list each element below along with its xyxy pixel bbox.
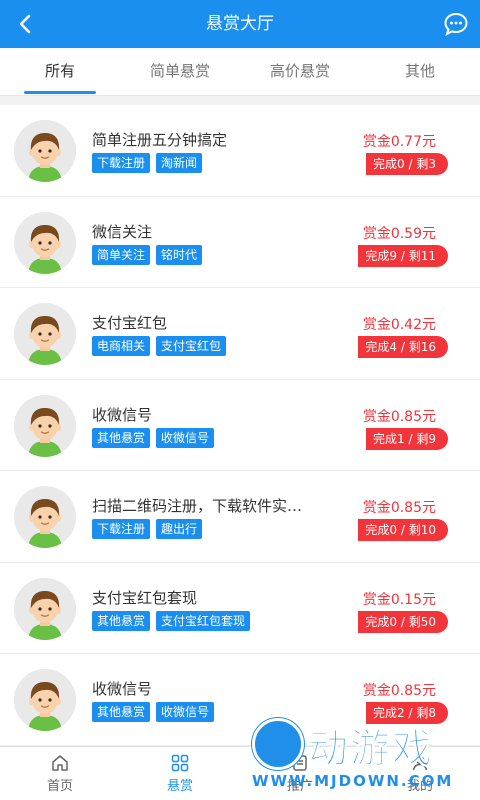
task-tag: 淘新闻 [156,153,203,173]
nav-promote[interactable]: 推广 [240,747,360,800]
task-tag: 其他悬赏 [92,610,151,631]
task-row[interactable]: 扫描二维码注册，下载软件实… 下载注册 趣出行 赏金0.85元完成0 / 剩10 [0,471,480,563]
nav-mine-label: 我的 [406,779,433,794]
reward-amount: 赏金0.85元 [362,683,436,699]
progress-badge: 完成9 / 剩11 [358,244,448,267]
task-row[interactable]: 收微信号 其他悬赏 收微信号 赏金0.85元 完成2 / 剩8 [0,654,480,746]
nav-home-label: 首页 [46,779,73,794]
nav-reward[interactable]: 悬赏 [120,747,240,800]
grid-icon [171,754,189,772]
task-tag: 收微信号 [156,702,215,722]
task-row[interactable]: 简单注册五分钟搞定 下载注册 淘新闻 赏金0.77元完成0 / 剩3 [0,105,480,197]
task-tag: 简单关注 [92,244,151,265]
task-title: 支付宝红包 [92,314,168,332]
task-tags: 其他悬赏 收微信号 [92,427,215,448]
task-tags: 下载注册 淘新闻 [92,153,203,173]
bottom-nav: 首页 悬赏 推广 我的 [0,746,480,800]
tab-all[interactable]: 所有 [0,48,120,95]
reward-amount: 赏金0.15元 [362,591,436,608]
task-tag: 趣出行 [156,519,203,539]
task-tag: 支付宝红包套现 [156,610,251,631]
avatar [14,486,76,548]
task-tag: 下载注册 [92,153,151,173]
task-tag: 其他悬赏 [92,702,151,722]
task-tags: 简单关注 铭时代 [92,244,203,265]
tab-bar: 所有 简单悬赏 高价悬赏 其他 [0,48,480,96]
task-title: 扫描二维码注册，下载软件实… [92,497,303,515]
task-row[interactable]: 微信关注简单关注 铭时代 赏金0.59元完成9 / 剩11 [0,196,480,288]
task-row[interactable]: 支付宝红包套现 其他悬赏 支付宝红包套现 赏金0.15元 完成0 / 剩50 [0,562,480,654]
progress-badge: 完成2 / 剩8 [366,702,448,724]
reward-amount: 赏金0.77元 [362,134,436,150]
task-row[interactable]: 支付宝红包 电商相关 支付宝红包 赏金0.42元 完成4 / 剩16 [0,288,480,380]
tab-simple-reward[interactable]: 简单悬赏 [120,48,240,95]
progress-badge: 完成0 / 剩10 [358,519,448,541]
task-title: 收微信号 [92,405,153,424]
user-icon [412,755,428,771]
share-icon [293,755,307,771]
task-list: 简单注册五分钟搞定 下载注册 淘新闻 赏金0.77元 完成0 / 剩3 微信关注 简单关注… [0,105,480,746]
task-tag: 收微信号 [156,427,215,448]
app-root: 悬赏大厅 所有 简单悬赏 高价悬赏 其他 简单注册五分钟搞定 下载注册 淘新闻 赏金0… [0,0,480,800]
task-tag: 下载注册 [92,519,151,539]
tab-high-reward[interactable]: 高价悬赏 [240,48,360,95]
header-bar: 悬赏大厅 [0,0,480,48]
avatar [14,394,76,457]
nav-reward-label: 悬赏 [166,779,193,794]
nav-home[interactable]: 首页 [0,747,120,800]
reward-amount: 赏金0.85元 [362,500,436,516]
task-tag: 铭时代 [156,244,203,265]
nav-promote-label: 推广 [286,779,313,794]
progress-badge: 完成4 / 剩16 [358,336,448,358]
task-title: 微信关注 [92,222,153,241]
progress-badge: 完成0 / 剩3 [366,153,448,175]
chat-icon[interactable] [442,10,470,38]
home-icon [52,755,68,771]
task-tag: 电商相关 [92,336,151,356]
reward-amount: 赏金0.85元 [362,408,436,425]
avatar [14,120,76,182]
reward-amount: 赏金0.59元 [362,225,436,242]
task-tag: 支付宝红包 [156,336,227,356]
nav-mine[interactable]: 我的 [360,747,480,800]
task-tags: 电商相关 支付宝红包 [92,336,227,356]
task-row[interactable]: 收微信号 其他悬赏 收微信号 赏金0.85元 完成1 / 剩9 [0,379,480,471]
avatar [14,669,76,731]
task-tags: 其他悬赏 支付宝红包套现 [92,610,251,631]
progress-badge: 完成1 / 剩9 [366,427,448,450]
progress-badge: 完成0 / 剩50 [358,610,448,633]
tab-other[interactable]: 其他 [360,48,480,95]
task-tag: 其他悬赏 [92,427,151,448]
task-tags: 下载注册 趣出行 [92,519,203,539]
task-tags: 其他悬赏 收微信号 [92,702,215,722]
avatar [14,211,76,274]
avatar [14,577,76,640]
reward-amount: 赏金0.42元 [362,317,436,333]
task-title: 支付宝红包套现 [92,588,198,607]
task-title: 收微信号 [92,680,153,698]
avatar [14,303,76,365]
task-title: 简单注册五分钟搞定 [92,131,228,149]
page-title: 悬赏大厅 [206,14,274,34]
